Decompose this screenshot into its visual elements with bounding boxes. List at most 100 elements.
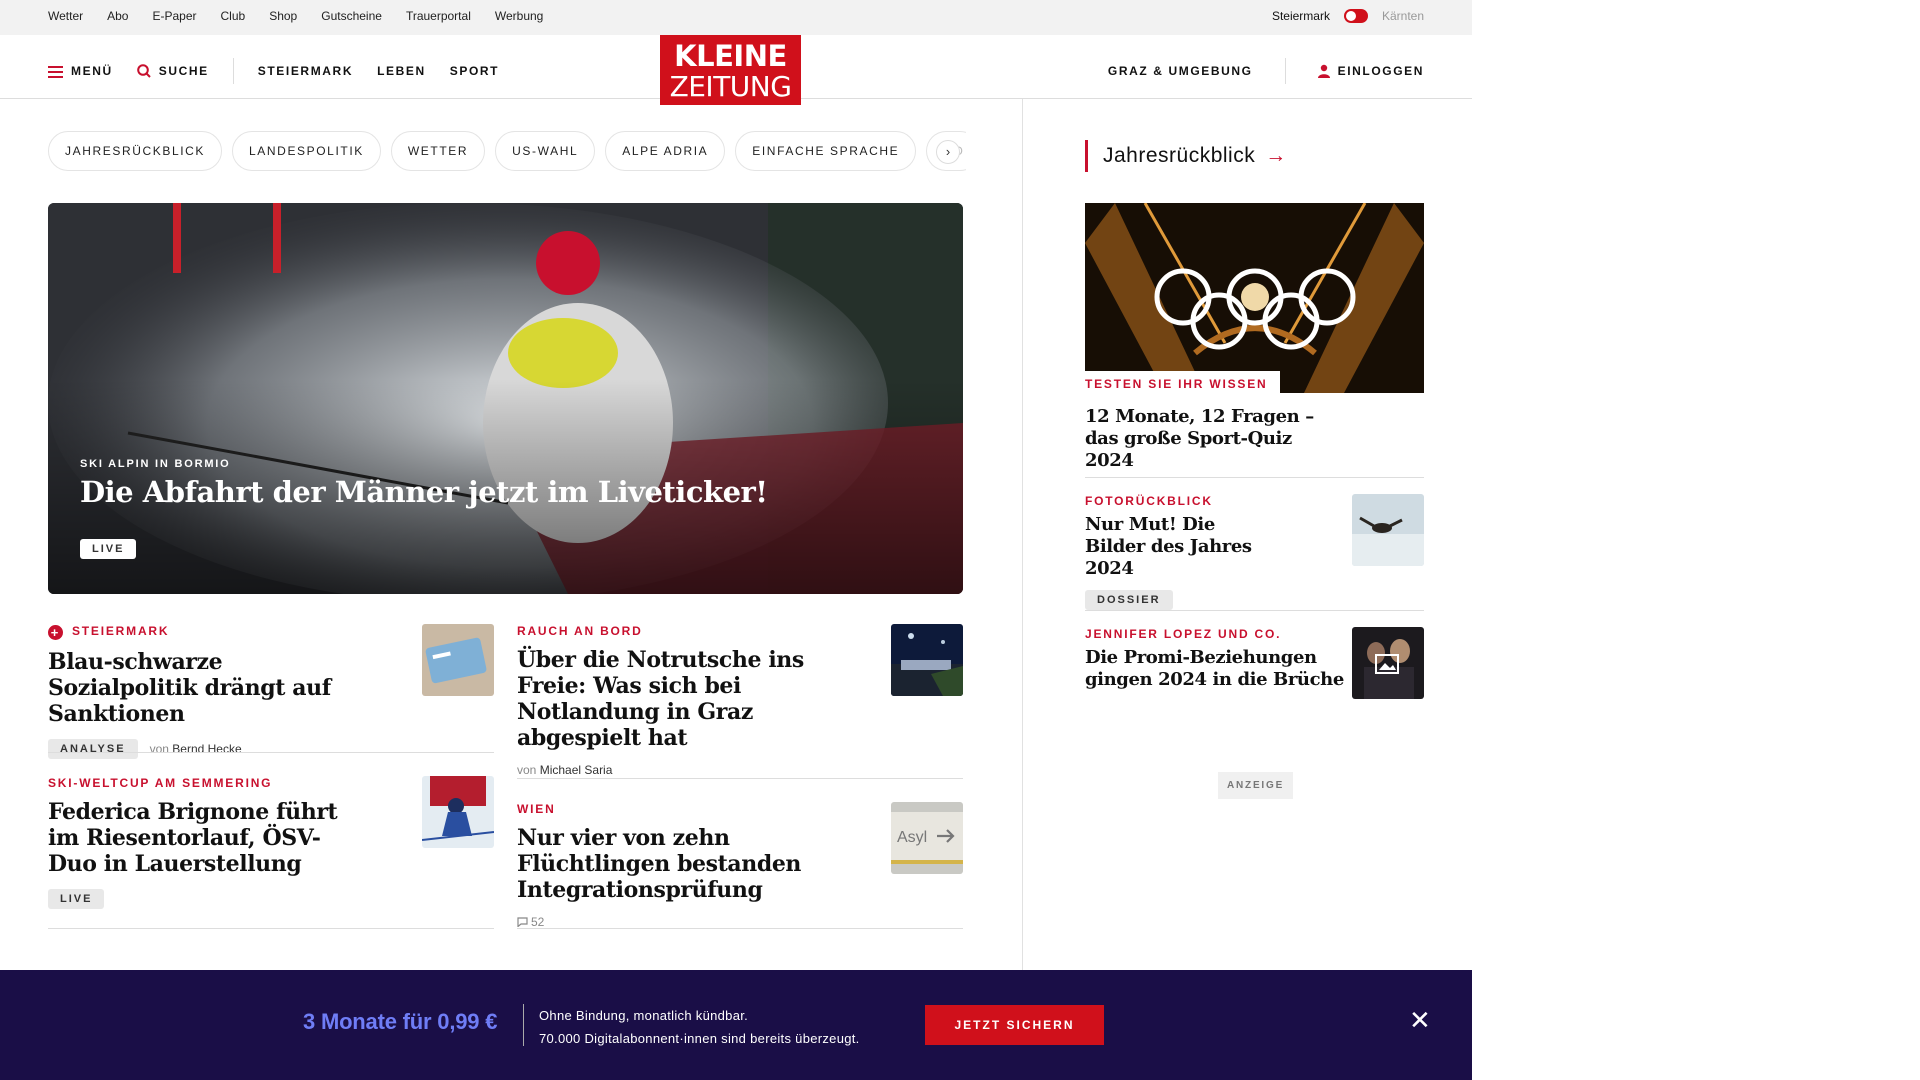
sidebar-thumbnail <box>1352 494 1424 566</box>
chip-alpe-adria[interactable]: ALPE ADRIA <box>605 131 726 171</box>
sidebar-hero-image[interactable] <box>1085 203 1424 393</box>
region-steiermark[interactable]: Steiermark <box>1272 9 1330 23</box>
article-divider <box>517 778 963 779</box>
article-thumbnail <box>891 624 963 696</box>
byline-prefix: von <box>517 763 537 777</box>
utility-link-trauerportal[interactable]: Trauerportal <box>406 9 471 23</box>
article-card[interactable]: + STEIERMARK Blau-schwarze Sozialpolitik … <box>48 624 494 759</box>
kleine-zeitung-logo[interactable]: KLEINE ZEITUNG <box>660 35 801 105</box>
sidebar-card[interactable]: FOTORÜCKBLICK Nur Mut! Die Bilder des Ja… <box>1085 494 1424 610</box>
plus-icon: + <box>48 625 63 640</box>
article-card[interactable]: SKI-WELTCUP AM SEMMERING Federica Brigno… <box>48 776 494 909</box>
article-headline[interactable]: Federica Brignone führt im Riesentorlauf… <box>48 799 338 877</box>
dossier-badge: DOSSIER <box>1085 590 1173 610</box>
sidebar-headline[interactable]: Die Promi-Beziehungen gingen 2024 in die… <box>1085 647 1345 691</box>
utility-link-werbung[interactable]: Werbung <box>495 9 543 23</box>
sidebar-title-text: Jahresrückblick <box>1103 144 1256 167</box>
hero-kicker: SKI ALPIN IN BORMIO <box>80 458 231 470</box>
region-kaernten[interactable]: Kärnten <box>1382 9 1424 23</box>
utility-link-epaper[interactable]: E-Paper <box>152 9 196 23</box>
banner-divider <box>523 1004 524 1046</box>
region-toggle[interactable] <box>1343 9 1368 23</box>
banner-description: Ohne Bindung, monatlich kündbar. 70.000 … <box>539 1004 860 1050</box>
article-byline: 52 <box>517 915 963 929</box>
hero-article[interactable]: SKI ALPIN IN BORMIO Die Abfahrt der Männ… <box>48 203 963 594</box>
offer-text: 3 Monate für 0,99 € <box>303 1009 498 1034</box>
search-icon <box>136 64 151 79</box>
article-kicker-text: STEIERMARK <box>72 624 170 638</box>
utility-link-club[interactable]: Club <box>221 9 246 23</box>
byline-text: von Michael Saria <box>517 763 612 777</box>
nav-steiermark[interactable]: STEIERMARK <box>258 64 353 78</box>
utility-link-wetter[interactable]: Wetter <box>48 9 83 23</box>
comment-count[interactable]: 52 <box>517 915 544 929</box>
byline-prefix: von <box>149 742 169 756</box>
header-divider-right <box>1284 58 1286 84</box>
search-label: SUCHE <box>158 63 209 78</box>
utility-link-shop[interactable]: Shop <box>269 9 297 23</box>
chip-wetter[interactable]: WETTER <box>390 131 486 171</box>
sidebar-divider <box>1085 610 1424 611</box>
banner-line-1: Ohne Bindung, monatlich kündbar. <box>539 1008 749 1023</box>
menu-label: MENÜ <box>71 64 113 78</box>
nav-sport[interactable]: SPORT <box>450 64 499 78</box>
chevron-right-icon[interactable]: › <box>936 140 960 164</box>
column-divider <box>1022 99 1023 970</box>
sidebar-headline[interactable]: 12 Monate, 12 Fragen – das große Sport-Q… <box>1085 406 1345 472</box>
article-thumbnail <box>422 624 494 696</box>
header-left-nav: MENÜ SUCHE STEIERMARK LEBEN SPORT <box>48 58 499 84</box>
live-badge: LIVE <box>48 889 105 909</box>
arrow-right-icon: → <box>1265 144 1287 167</box>
banner-line-2: 70.000 Digitalabonnent·innen sind bereit… <box>539 1031 860 1046</box>
page: Wetter Abo E-Paper Club Shop Gutscheine … <box>0 0 1472 1080</box>
header-divider <box>232 58 234 84</box>
close-icon[interactable]: ✕ <box>1409 1007 1431 1033</box>
utility-link-abo[interactable]: Abo <box>107 9 128 23</box>
login-label: EINLOGGEN <box>1337 63 1424 78</box>
comment-count-value: 52 <box>531 915 545 929</box>
menu-button[interactable]: MENÜ <box>48 64 113 78</box>
chip-landespolitik[interactable]: LANDESPOLITIK <box>232 131 381 171</box>
sidebar-headline[interactable]: Nur Mut! Die Bilder des Jahres 2024 <box>1085 514 1275 580</box>
header-right-nav: GRAZ & UMGEBUNG EINLOGGEN <box>1108 58 1424 84</box>
topic-chips: JAHRESRÜCKBLICK LANDESPOLITIK WETTER US-… <box>48 131 966 171</box>
blank-margin <box>1472 0 1920 1080</box>
byline-text: von Bernd Hecke <box>150 742 242 756</box>
analysis-badge: ANALYSE <box>48 739 138 759</box>
logo-line-1: KLEINE <box>674 39 787 73</box>
article-headline[interactable]: Über die Notrutsche ins Freie: Was sich … <box>517 647 857 751</box>
utility-links: Wetter Abo E-Paper Club Shop Gutscheine … <box>48 9 543 23</box>
sidebar-card[interactable]: 12 Monate, 12 Fragen – das große Sport-Q… <box>1085 400 1424 472</box>
article-byline: ANALYSE von Bernd Hecke <box>48 739 494 759</box>
author-name[interactable]: Michael Saria <box>540 763 613 777</box>
chip-us-wahl[interactable]: US-WAHL <box>495 131 596 171</box>
chip-einfache-sprache[interactable]: EINFACHE SPRACHE <box>735 131 917 171</box>
ad-label: ANZEIGE <box>1218 772 1294 799</box>
region-link-graz[interactable]: GRAZ & UMGEBUNG <box>1108 64 1253 78</box>
sidebar-title[interactable]: Jahresrückblick → <box>1085 140 1287 172</box>
gallery-thumbnail <box>1352 627 1424 699</box>
subscribe-button[interactable]: JETZT SICHERN <box>925 1005 1104 1045</box>
author-name[interactable]: Bernd Hecke <box>172 742 241 756</box>
user-icon <box>1317 65 1330 79</box>
sidebar-divider <box>1085 477 1424 478</box>
chip-jahresrueckblick[interactable]: JAHRESRÜCKBLICK <box>48 131 223 171</box>
search-button[interactable]: SUCHE <box>136 63 209 79</box>
article-divider <box>517 928 963 929</box>
sidebar-card[interactable]: JENNIFER LOPEZ UND CO. Die Promi-Beziehu… <box>1085 627 1424 699</box>
hero-headline[interactable]: Die Abfahrt der Männer jetzt im Livetick… <box>80 475 768 509</box>
article-byline: LIVE <box>48 889 494 909</box>
article-card[interactable]: WIEN Nur vier von zehn Flüchtlingen best… <box>517 802 963 929</box>
hamburger-icon <box>48 65 63 78</box>
nav-leben[interactable]: LEBEN <box>377 64 426 78</box>
logo-line-2: ZEITUNG <box>669 70 792 103</box>
article-headline[interactable]: Nur vier von zehn Flüchtlingen bestanden… <box>517 825 877 903</box>
login-button[interactable]: EINLOGGEN <box>1317 63 1424 79</box>
comment-icon <box>517 917 528 928</box>
utility-link-gutscheine[interactable]: Gutscheine <box>321 9 382 23</box>
article-headline[interactable]: Blau-schwarze Sozialpolitik drängt auf S… <box>48 649 368 727</box>
svg-text:Asyl: Asyl <box>897 829 927 846</box>
sidebar-badge-row: DOSSIER <box>1085 590 1424 610</box>
article-divider <box>48 752 494 753</box>
article-card[interactable]: RAUCH AN BORD Über die Notrutsche ins Fr… <box>517 624 963 777</box>
